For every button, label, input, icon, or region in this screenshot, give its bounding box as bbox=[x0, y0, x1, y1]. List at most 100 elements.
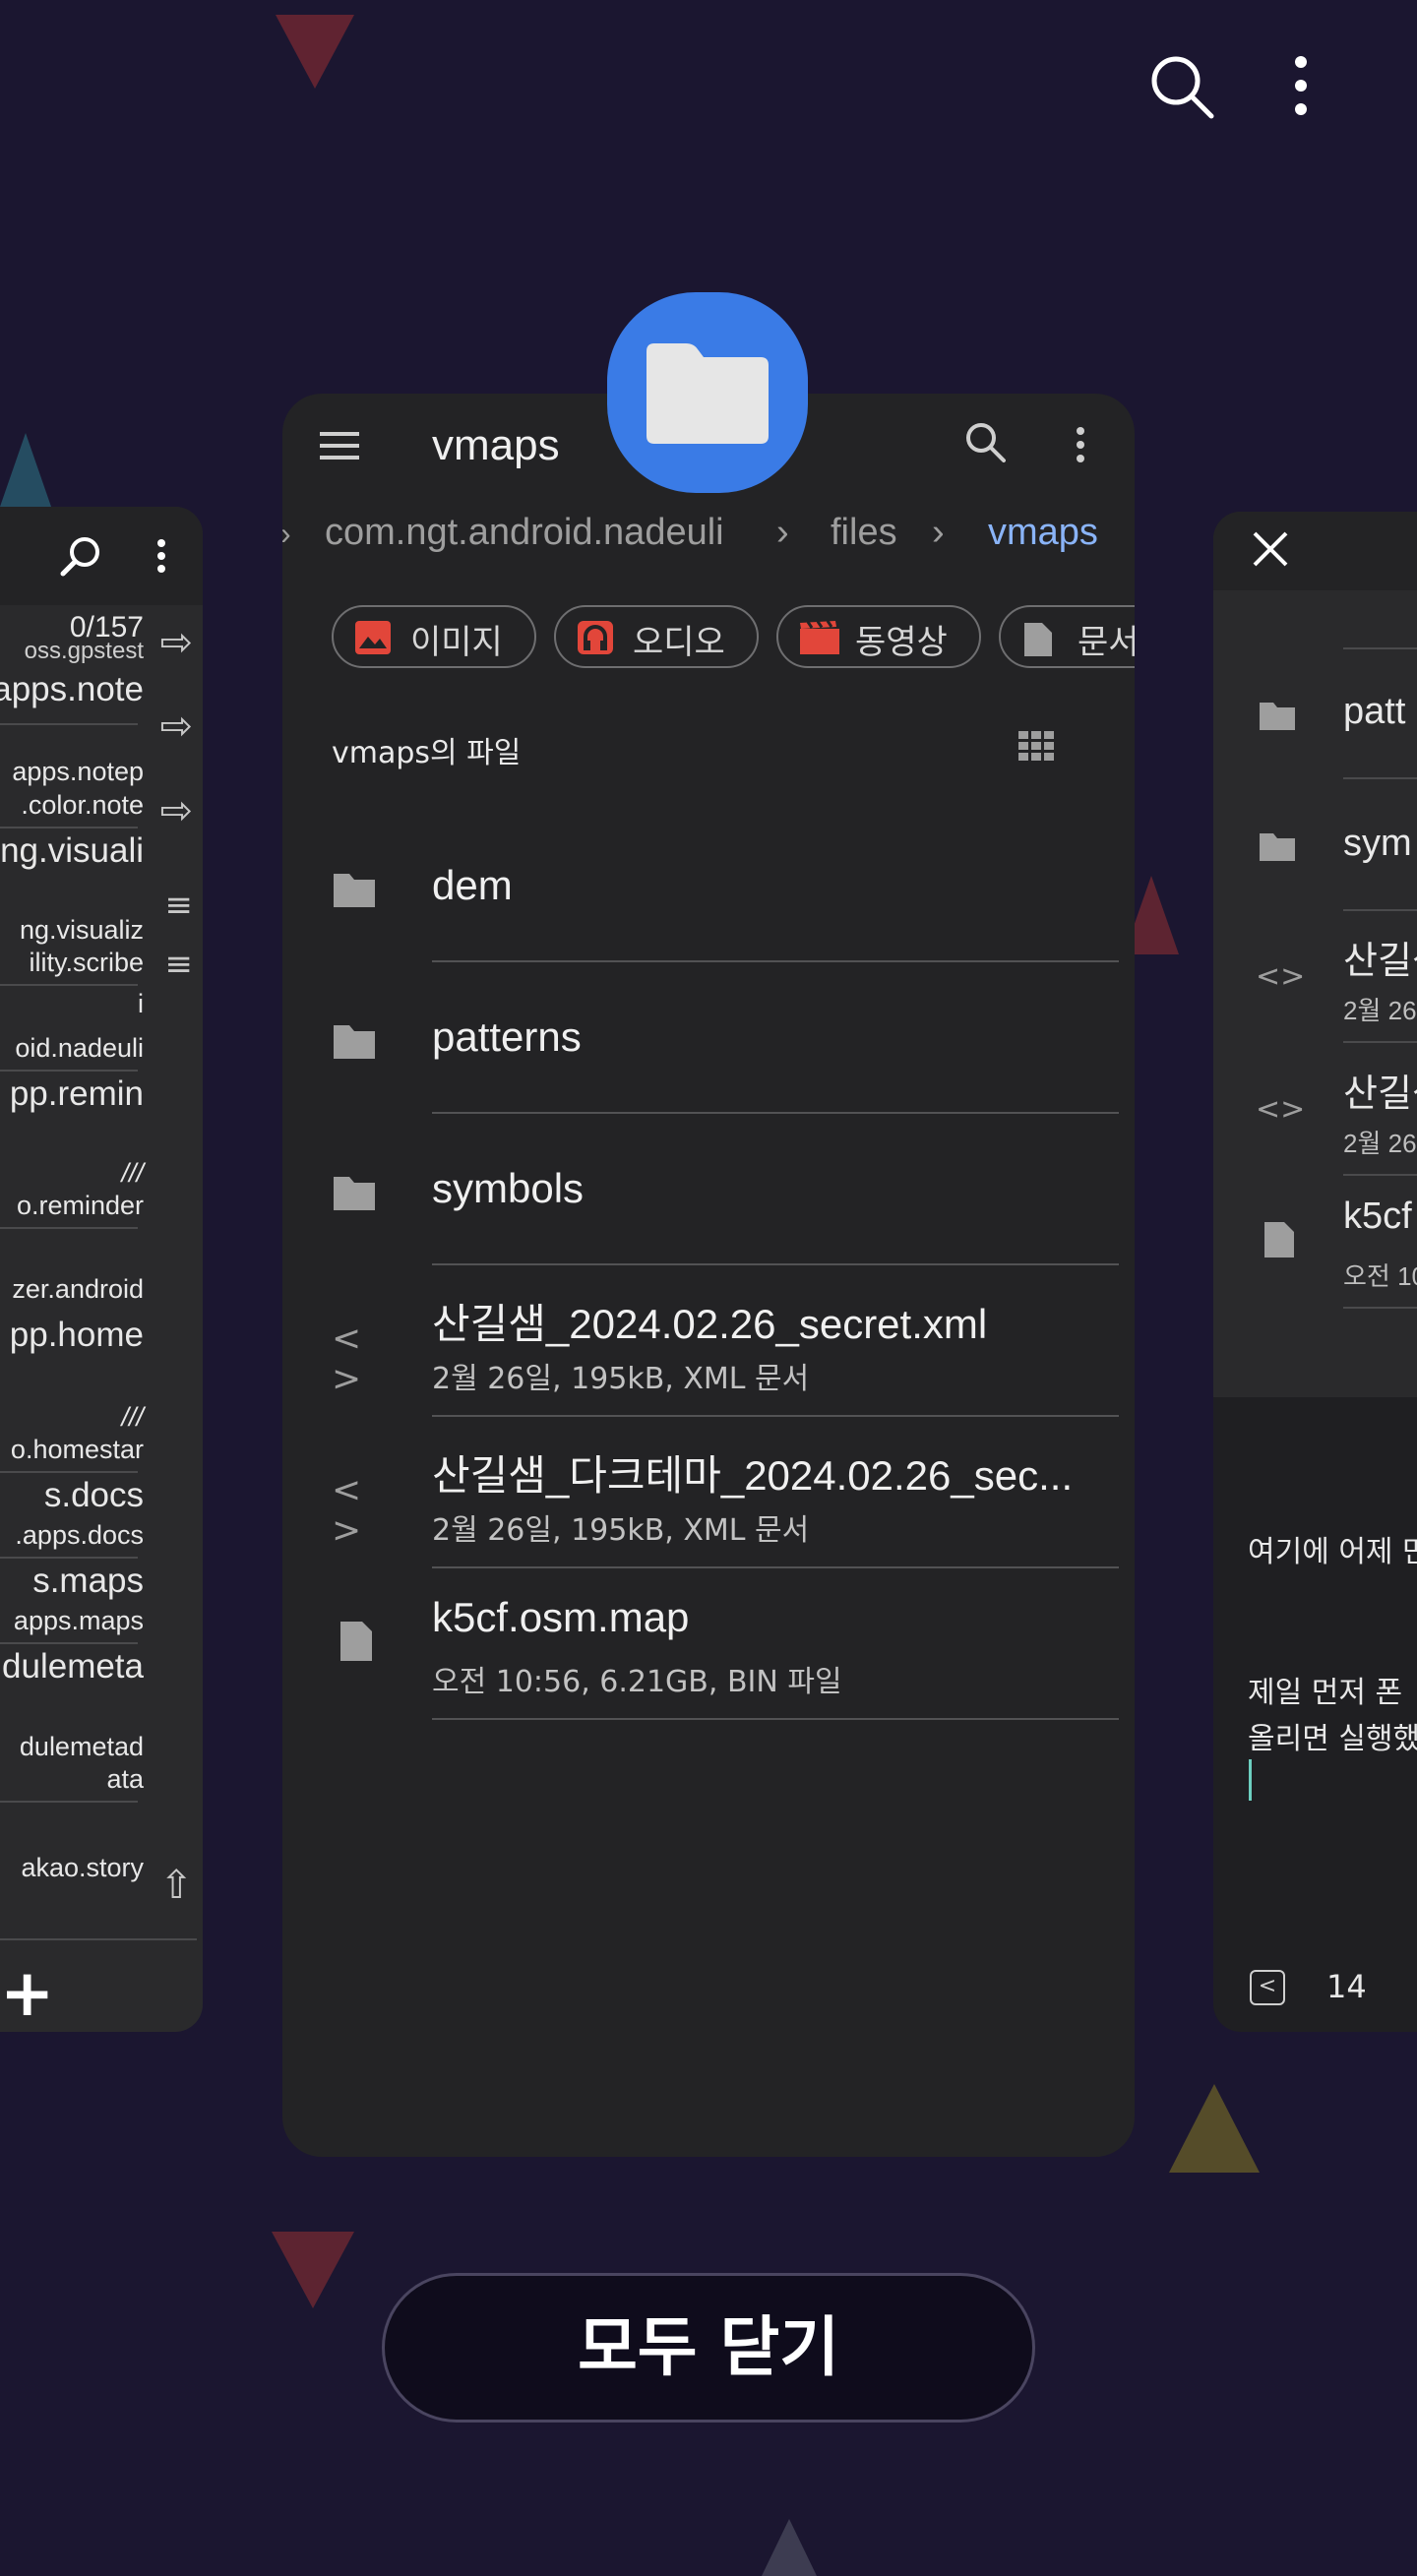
list-item: apps.notep bbox=[12, 757, 144, 786]
folder-icon bbox=[332, 1173, 377, 1212]
code-icon: < > bbox=[332, 1470, 362, 1551]
file-row[interactable]: patterns bbox=[282, 962, 1135, 1114]
divider bbox=[0, 1938, 197, 1940]
page-number: 14 bbox=[1326, 1968, 1367, 2005]
image-icon bbox=[355, 621, 391, 654]
close-all-button[interactable]: 모두 닫기 bbox=[382, 2273, 1035, 2423]
bg-triangle-grey-bottom bbox=[762, 2519, 817, 2576]
breadcrumb: › com.ngt.android.nadeuli › files › vmap… bbox=[282, 512, 1135, 581]
folder-icon bbox=[647, 343, 769, 444]
add-icon[interactable]: + bbox=[0, 1955, 54, 2031]
headphones-icon bbox=[578, 621, 613, 654]
divider bbox=[0, 984, 138, 986]
list-item: /// bbox=[121, 1158, 144, 1188]
right-file-name: k5cf bbox=[1343, 1196, 1412, 1237]
text-cursor bbox=[1249, 1759, 1252, 1801]
file-row[interactable]: < > 산길샘_다크테마_2024.02.26_sec... 2월 26일, 1… bbox=[282, 1417, 1135, 1568]
list-item: pp.home bbox=[9, 1316, 144, 1354]
file-row[interactable]: dem bbox=[282, 811, 1135, 962]
breadcrumb-item[interactable]: files bbox=[831, 512, 897, 554]
close-icon[interactable] bbox=[1251, 529, 1290, 569]
chip-label: 동영상 bbox=[855, 623, 948, 662]
bg-triangle-red-top bbox=[276, 15, 354, 89]
arrow-right-icon: ⇨ bbox=[159, 704, 193, 749]
grid-view-icon[interactable] bbox=[1018, 731, 1054, 761]
file-row[interactable]: < > 산길샘_2024.02.26_secret.xml 2월 26일, 19… bbox=[282, 1265, 1135, 1417]
right-file-name: sym bbox=[1343, 823, 1412, 864]
file-name: 산길샘_다크테마_2024.02.26_sec... bbox=[432, 1452, 1074, 1499]
list-item: .color.note bbox=[21, 790, 144, 820]
divider bbox=[1343, 647, 1417, 649]
breadcrumb-item[interactable]: com.ngt.android.nadeuli bbox=[325, 512, 724, 554]
search-icon[interactable] bbox=[964, 421, 1006, 462]
folder-icon bbox=[332, 1021, 377, 1061]
code-icon: < > bbox=[332, 1319, 362, 1399]
arrow-up-icon: ⇧ bbox=[159, 1863, 193, 1908]
hamburger-menu-icon[interactable] bbox=[320, 430, 359, 461]
file-row[interactable]: symbols bbox=[282, 1114, 1135, 1265]
list-item: apps.note bbox=[0, 670, 144, 708]
file-name: k5cf.osm.map bbox=[432, 1594, 690, 1640]
list-item: zer.android bbox=[12, 1274, 144, 1304]
menu-lines-icon: ≡ bbox=[164, 945, 194, 984]
search-icon[interactable] bbox=[1146, 51, 1215, 120]
chip-videos[interactable]: 동영상 bbox=[776, 605, 981, 668]
chip-audio[interactable]: 오디오 bbox=[554, 605, 759, 668]
divider bbox=[0, 1471, 138, 1473]
list-item: /// bbox=[121, 1402, 144, 1432]
arrow-right-icon: ⇨ bbox=[159, 620, 193, 665]
page-title: vmaps bbox=[432, 421, 560, 469]
file-meta: 오전 10:56, 6.21GB, BIN 파일 bbox=[432, 1665, 842, 1699]
more-options-icon[interactable] bbox=[1281, 54, 1321, 117]
recent-app-card-left[interactable]: 0/157 oss.gpstest apps.note apps.notep .… bbox=[0, 507, 203, 2032]
recent-app-card-right[interactable]: dem patt sym <> 산길샘 2월 26 <> 산길샘 2월 26 k… bbox=[1213, 512, 1417, 2032]
list-item: ility.scribe bbox=[29, 948, 144, 977]
file-meta: 2월 26일, 195kB, XML 문서 bbox=[432, 1513, 810, 1548]
code-icon: <> bbox=[1256, 1092, 1306, 1127]
chip-label: 이미지 bbox=[410, 623, 503, 662]
list-item: i bbox=[138, 989, 144, 1018]
files-app-icon[interactable] bbox=[607, 292, 808, 493]
left-card-search-icon[interactable] bbox=[59, 534, 102, 578]
list-item: ng.visualiz bbox=[19, 915, 144, 945]
divider bbox=[1343, 1174, 1417, 1176]
note-text-line: 제일 먼저 폰 bbox=[1248, 1676, 1403, 1710]
breadcrumb-chevron-icon: › bbox=[932, 512, 945, 553]
breadcrumb-chevron-icon: › bbox=[282, 516, 291, 552]
right-file-meta: 오전 10 bbox=[1343, 1261, 1417, 1291]
folder-icon bbox=[332, 870, 377, 909]
file-name: 산길샘_2024.02.26_secret.xml bbox=[432, 1301, 988, 1347]
list-item: dulemetad bbox=[19, 1732, 144, 1761]
list-item: ata bbox=[106, 1764, 144, 1794]
movie-icon bbox=[800, 620, 839, 654]
divider bbox=[0, 827, 138, 828]
divider bbox=[0, 1070, 138, 1072]
divider bbox=[1343, 1307, 1417, 1309]
document-icon bbox=[1022, 621, 1058, 656]
recent-app-card-files[interactable]: vmaps › com.ngt.android.nadeuli › files … bbox=[282, 394, 1135, 2157]
folder-icon bbox=[1258, 699, 1297, 732]
divider bbox=[0, 723, 138, 725]
breadcrumb-item-current[interactable]: vmaps bbox=[988, 512, 1098, 554]
left-card-more-icon[interactable] bbox=[155, 538, 167, 574]
right-file-name: 산길샘 bbox=[1343, 1073, 1417, 1115]
right-file-meta: 2월 26 bbox=[1343, 1129, 1417, 1158]
bg-triangle-olive bbox=[1169, 2084, 1260, 2173]
file-icon bbox=[339, 1620, 384, 1661]
list-item: o.reminder bbox=[16, 1191, 144, 1220]
divider bbox=[0, 1557, 138, 1559]
prev-page-icon[interactable]: < bbox=[1250, 1970, 1285, 2005]
right-card-toolbar bbox=[1213, 512, 1417, 590]
folder-icon bbox=[1258, 829, 1297, 863]
right-file-meta: 2월 26 bbox=[1343, 996, 1417, 1025]
list-item: dulemeta bbox=[2, 1647, 144, 1686]
list-item: pp.remin bbox=[9, 1074, 144, 1113]
list-item: s.maps bbox=[32, 1562, 144, 1600]
chip-documents[interactable]: 문서 bbox=[999, 605, 1135, 668]
more-options-icon[interactable] bbox=[1075, 426, 1086, 463]
right-file-name: 산길샘 bbox=[1343, 941, 1417, 982]
divider bbox=[1343, 909, 1417, 911]
list-item: .apps.docs bbox=[15, 1520, 144, 1550]
chip-images[interactable]: 이미지 bbox=[332, 605, 536, 668]
file-row[interactable]: k5cf.osm.map 오전 10:56, 6.21GB, BIN 파일 bbox=[282, 1568, 1135, 1720]
